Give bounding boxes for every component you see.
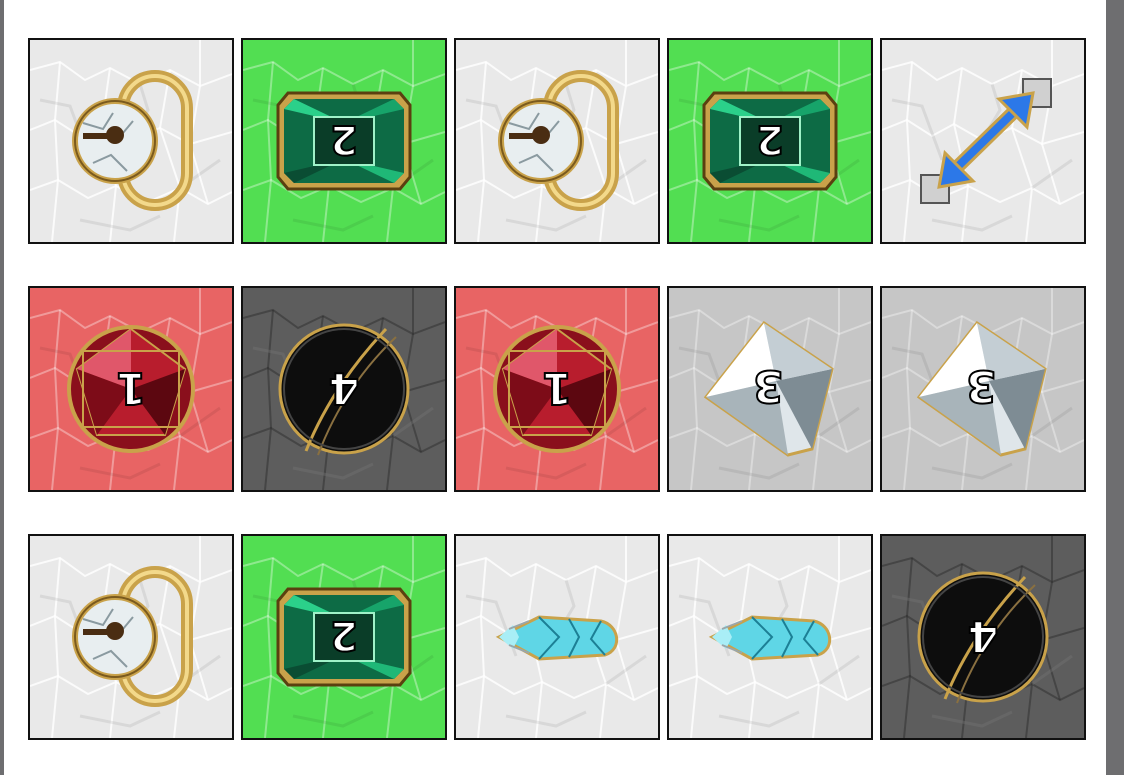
black-orb-icon: 4: [917, 571, 1049, 704]
svg-text:3: 3: [753, 360, 784, 411]
svg-text:2: 2: [330, 612, 358, 658]
game-tile[interactable]: 3: [880, 286, 1086, 492]
ruby-gem-icon: 1: [67, 325, 195, 453]
game-tile[interactable]: [28, 534, 234, 740]
game-tile[interactable]: 1: [454, 286, 660, 492]
game-tile[interactable]: [667, 534, 873, 740]
game-tile[interactable]: 4: [241, 286, 447, 492]
game-tile[interactable]: [454, 534, 660, 740]
padlock-icon: [72, 70, 193, 211]
emerald-gem-icon: 2: [276, 587, 412, 687]
svg-text:1: 1: [116, 362, 147, 413]
game-tile[interactable]: 3: [667, 286, 873, 492]
crystal-shard-icon: [708, 615, 831, 661]
diamond-gem-icon: 3: [703, 320, 834, 457]
game-tile[interactable]: [28, 38, 234, 244]
tile-grid: 2 2 1 4 1 3 3 2 4: [28, 38, 1086, 740]
emerald-gem-icon: 2: [276, 91, 412, 191]
diagonal-arrow-icon: [920, 78, 1052, 204]
padlock-icon: [72, 566, 193, 707]
game-tile[interactable]: [880, 38, 1086, 244]
black-orb-icon: 4: [278, 323, 410, 456]
game-tile[interactable]: [454, 38, 660, 244]
diamond-gem-icon: 3: [916, 320, 1047, 457]
emerald-gem-icon: 2: [702, 91, 838, 191]
svg-text:1: 1: [542, 362, 573, 413]
game-tile[interactable]: 2: [667, 38, 873, 244]
crystal-shard-icon: [495, 615, 618, 661]
svg-text:4: 4: [329, 362, 360, 413]
svg-text:2: 2: [756, 116, 784, 162]
svg-text:3: 3: [966, 360, 997, 411]
scrollbar[interactable]: [1106, 0, 1124, 775]
game-tile[interactable]: 4: [880, 534, 1086, 740]
ruby-gem-icon: 1: [493, 325, 621, 453]
svg-text:2: 2: [330, 116, 358, 162]
svg-text:4: 4: [968, 610, 999, 661]
game-tile[interactable]: 2: [241, 534, 447, 740]
game-page: 2 2 1 4 1 3 3 2 4: [4, 0, 1106, 775]
game-tile[interactable]: 1: [28, 286, 234, 492]
padlock-icon: [498, 70, 619, 211]
game-tile[interactable]: 2: [241, 38, 447, 244]
